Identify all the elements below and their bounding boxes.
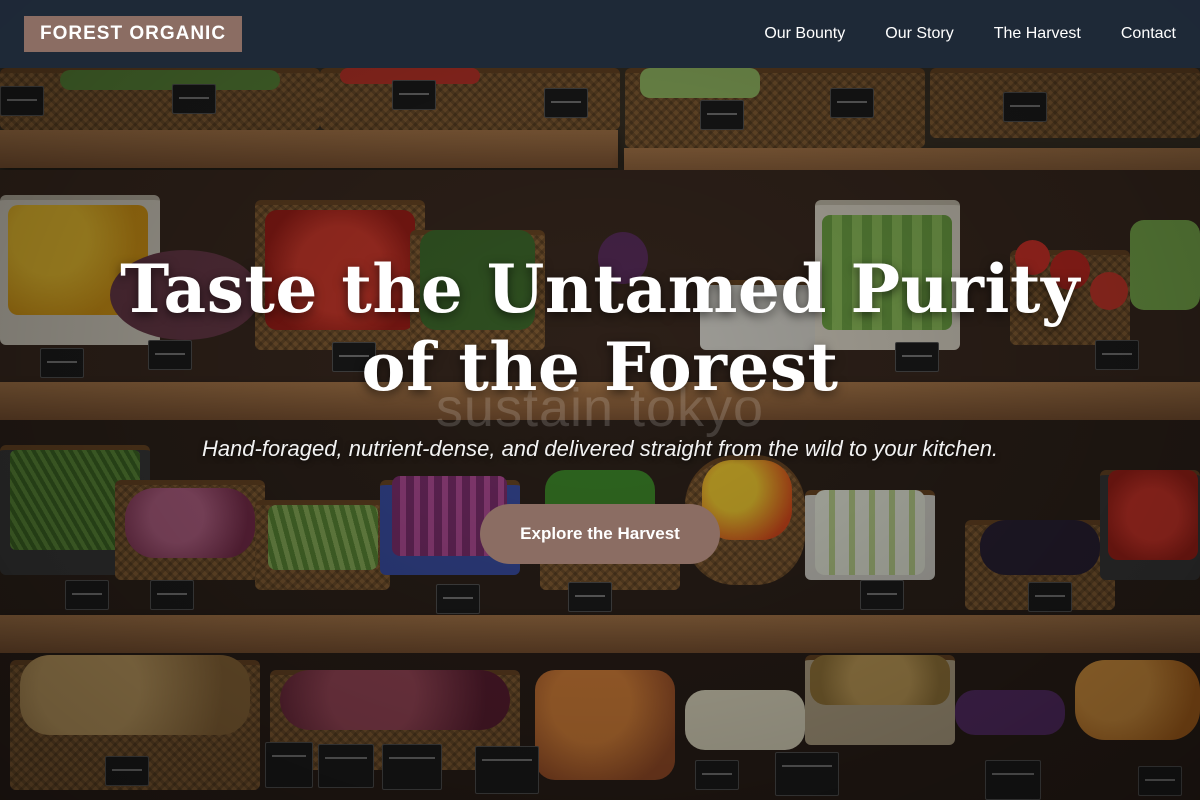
top-navbar: FOREST ORGANIC Our Bounty Our Story The … (0, 0, 1200, 68)
explore-harvest-button[interactable]: Explore the Harvest (480, 504, 720, 564)
nav-link-the-harvest[interactable]: The Harvest (994, 25, 1081, 43)
hero-subtitle: Hand-foraged, nutrient-dense, and delive… (201, 436, 999, 461)
nav-link-our-bounty[interactable]: Our Bounty (764, 25, 845, 43)
nav-link-our-story[interactable]: Our Story (885, 25, 953, 43)
nav-links: Our Bounty Our Story The Harvest Contact (764, 25, 1176, 43)
brand-logo[interactable]: FOREST ORGANIC (24, 16, 243, 52)
hero-section: FOREST ORGANIC Our Bounty Our Story The … (0, 0, 1200, 800)
hero-title: Taste the Untamed Purity of the Forest (0, 250, 1200, 406)
hero-title-line-1: Taste the Untamed Purity (120, 250, 1080, 328)
nav-link-contact[interactable]: Contact (1121, 25, 1176, 43)
hero-title-line-2: of the Forest (361, 328, 839, 406)
hero-content: Taste the Untamed Purity of the Forest H… (0, 250, 1200, 564)
